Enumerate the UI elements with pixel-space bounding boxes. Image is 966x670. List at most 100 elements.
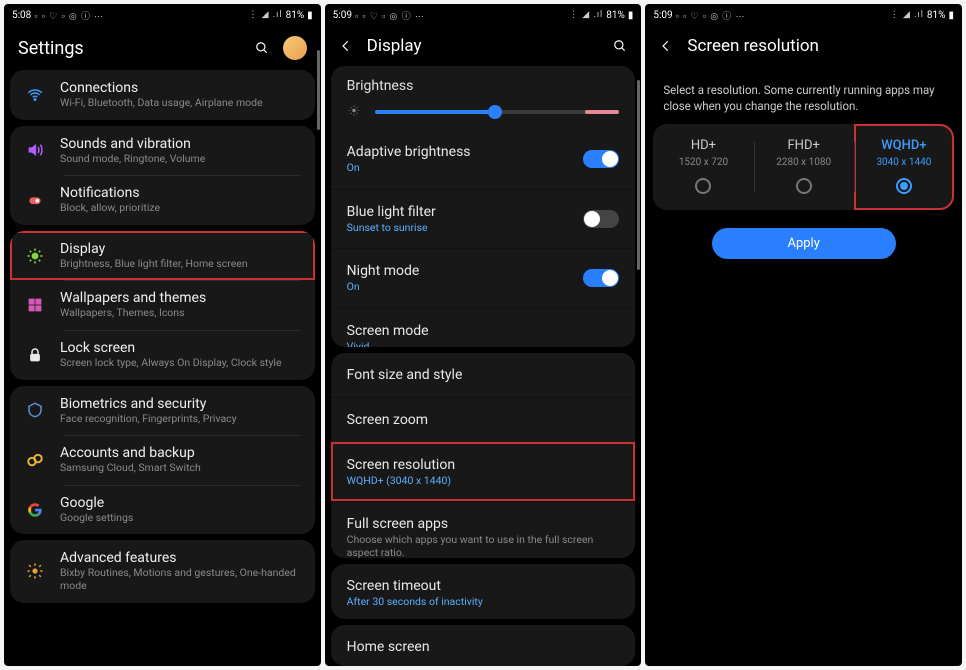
row-title: Night mode xyxy=(347,263,584,279)
row-subtitle: Google settings xyxy=(60,512,301,525)
row-subtitle: Wi-Fi, Bluetooth, Data usage, Airplane m… xyxy=(60,97,301,110)
battery-icon: ▮ xyxy=(628,10,634,21)
row-title: Accounts and backup xyxy=(60,445,301,461)
row-subtitle: On xyxy=(347,281,584,294)
status-signal-icons: ⋮ ◢ .ıl xyxy=(248,10,282,20)
row-subtitle: Brightness, Blue light filter, Home scre… xyxy=(60,258,301,271)
back-icon[interactable] xyxy=(659,39,673,53)
row-title: Blue light filter xyxy=(347,204,584,220)
resolution-option-fhd[interactable]: FHD+ 2280 x 1080 xyxy=(754,124,854,210)
radio-icon xyxy=(896,178,912,194)
row-title: Wallpapers and themes xyxy=(60,290,301,306)
wifi-icon xyxy=(24,84,46,106)
settings-row-lock-screen[interactable]: Lock screen Screen lock type, Always On … xyxy=(10,330,315,380)
apply-button[interactable]: Apply xyxy=(712,228,896,259)
advanced-icon xyxy=(24,560,46,582)
row-screen-resolution[interactable]: Screen resolutionWQHD+ (3040 x 1440) xyxy=(331,442,636,502)
row-title: Screen timeout xyxy=(347,578,620,594)
row-subtitle: Screen lock type, Always On Display, Clo… xyxy=(60,357,301,370)
search-icon[interactable] xyxy=(613,39,627,53)
search-icon[interactable] xyxy=(255,41,269,55)
phone-settings: 5:08 ▫ ▫ ♡ ▫ ◎ ⓘ ⋯ ⋮ ◢ .ıl 81% ▮ Setting… xyxy=(4,4,321,666)
wallpaper-icon xyxy=(24,294,46,316)
status-signal-icons: ⋮ ◢ .ıl xyxy=(569,10,603,20)
resolution-options: HD+ 1520 x 720 FHD+ 2280 x 1080 WQHD+ 30… xyxy=(653,124,954,210)
row-subtitle: On xyxy=(347,162,584,175)
settings-row-connections[interactable]: Connections Wi-Fi, Bluetooth, Data usage… xyxy=(10,70,315,120)
option-name: FHD+ xyxy=(758,138,850,153)
row-subtitle: Sunset to sunrise xyxy=(347,222,584,235)
row-title: Adaptive brightness xyxy=(347,144,584,160)
row-subtitle: Choose which apps you want to use in the… xyxy=(347,534,620,558)
row-title: Google xyxy=(60,495,301,511)
resolution-option-wqhd[interactable]: WQHD+ 3040 x 1440 xyxy=(854,124,954,210)
row-screen-mode[interactable]: Screen modeVivid xyxy=(331,308,636,347)
row-title: Notifications xyxy=(60,185,301,201)
row-title: Font size and style xyxy=(347,367,620,383)
phone-resolution: 5:09 ▫ ▫ ♡ ▫ ◎ ⓘ ⋯ ⋮ ◢ .ıl 81% ▮ Screen … xyxy=(645,4,962,666)
row-title: Full screen apps xyxy=(347,516,620,532)
page-title: Settings xyxy=(18,38,84,59)
row-title: Connections xyxy=(60,80,301,96)
scroll-indicator[interactable] xyxy=(637,80,640,270)
row-title: Screen zoom xyxy=(347,412,620,428)
page-title: Display xyxy=(367,36,600,56)
settings-row-wallpapers-and-themes[interactable]: Wallpapers and themes Wallpapers, Themes… xyxy=(10,280,315,330)
row-night-mode[interactable]: Night mode On xyxy=(331,248,636,308)
back-icon[interactable] xyxy=(339,39,353,53)
row-screen-zoom[interactable]: Screen zoom xyxy=(331,397,636,442)
toggle[interactable] xyxy=(583,269,619,287)
accounts-icon xyxy=(24,449,46,471)
row-screen-timeout[interactable]: Screen timeout After 30 seconds of inacti… xyxy=(331,564,636,619)
sound-icon xyxy=(24,139,46,161)
option-dimensions: 3040 x 1440 xyxy=(858,157,950,168)
row-subtitle: Block, allow, prioritize xyxy=(60,202,301,215)
resolution-option-hd[interactable]: HD+ 1520 x 720 xyxy=(653,124,753,210)
settings-row-google[interactable]: Google Google settings xyxy=(10,485,315,535)
row-subtitle: Vivid xyxy=(347,341,620,347)
resolution-content: Select a resolution. Some currently runn… xyxy=(645,66,962,259)
row-subtitle: Samsung Cloud, Smart Switch xyxy=(60,462,301,475)
row-subtitle: Face recognition, Fingerprints, Privacy xyxy=(60,413,301,426)
row-title: Advanced features xyxy=(60,550,301,566)
option-dimensions: 2280 x 1080 xyxy=(758,157,850,168)
row-subtitle: Bixby Routines, Motions and gestures, On… xyxy=(60,567,301,592)
brightness-slider[interactable] xyxy=(331,98,636,130)
settings-list[interactable]: Connections Wi-Fi, Bluetooth, Data usage… xyxy=(4,70,321,666)
row-title: Sounds and vibration xyxy=(60,136,301,152)
status-battery: 81% xyxy=(606,10,625,21)
row-font-size-and-style[interactable]: Font size and style xyxy=(331,353,636,397)
description: Select a resolution. Some currently runn… xyxy=(645,66,962,124)
settings-row-accounts-and-backup[interactable]: Accounts and backup Samsung Cloud, Smart… xyxy=(10,435,315,485)
row-title: Biometrics and security xyxy=(60,396,301,412)
row-adaptive-brightness[interactable]: Adaptive brightness On xyxy=(331,130,636,189)
status-notif-icons: ▫ ▫ ♡ ▫ ◎ ⓘ ⋯ xyxy=(355,9,425,22)
biometrics-icon xyxy=(24,399,46,421)
row-title: Screen resolution xyxy=(347,457,620,473)
status-bar: 5:09 ▫ ▫ ♡ ▫ ◎ ⓘ ⋯ ⋮ ◢ .ıl 81% ▮ xyxy=(645,4,962,26)
brightness-low-icon xyxy=(347,103,361,122)
settings-row-biometrics-and-security[interactable]: Biometrics and security Face recognition… xyxy=(10,386,315,436)
settings-row-advanced-features[interactable]: Advanced features Bixby Routines, Motion… xyxy=(10,540,315,602)
row-subtitle: After 30 seconds of inactivity xyxy=(347,596,620,609)
row-blue-light-filter[interactable]: Blue light filter Sunset to sunrise xyxy=(331,189,636,249)
status-time: 5:09 xyxy=(653,10,672,21)
google-icon xyxy=(24,499,46,521)
battery-icon: ▮ xyxy=(307,10,313,21)
status-time: 5:09 xyxy=(333,10,352,21)
status-time: 5:08 xyxy=(12,10,31,21)
toggle[interactable] xyxy=(583,210,619,228)
display-settings[interactable]: Brightness Adaptive brightnessOn Blue li… xyxy=(325,66,642,666)
settings-row-notifications[interactable]: Notifications Block, allow, prioritize xyxy=(10,175,315,225)
settings-row-sounds-and-vibration[interactable]: Sounds and vibration Sound mode, Rington… xyxy=(10,126,315,176)
display-icon xyxy=(24,245,46,267)
toggle[interactable] xyxy=(583,150,619,168)
header: Screen resolution xyxy=(645,26,962,66)
avatar[interactable] xyxy=(283,36,307,60)
scroll-indicator[interactable] xyxy=(317,50,320,130)
status-battery: 81% xyxy=(927,10,946,21)
settings-row-display[interactable]: Display Brightness, Blue light filter, H… xyxy=(10,231,315,281)
option-name: WQHD+ xyxy=(858,138,950,153)
row-full-screen-apps[interactable]: Full screen apps Choose which apps you wa… xyxy=(331,501,636,558)
row-home-screen[interactable]: Home screen xyxy=(331,625,636,666)
